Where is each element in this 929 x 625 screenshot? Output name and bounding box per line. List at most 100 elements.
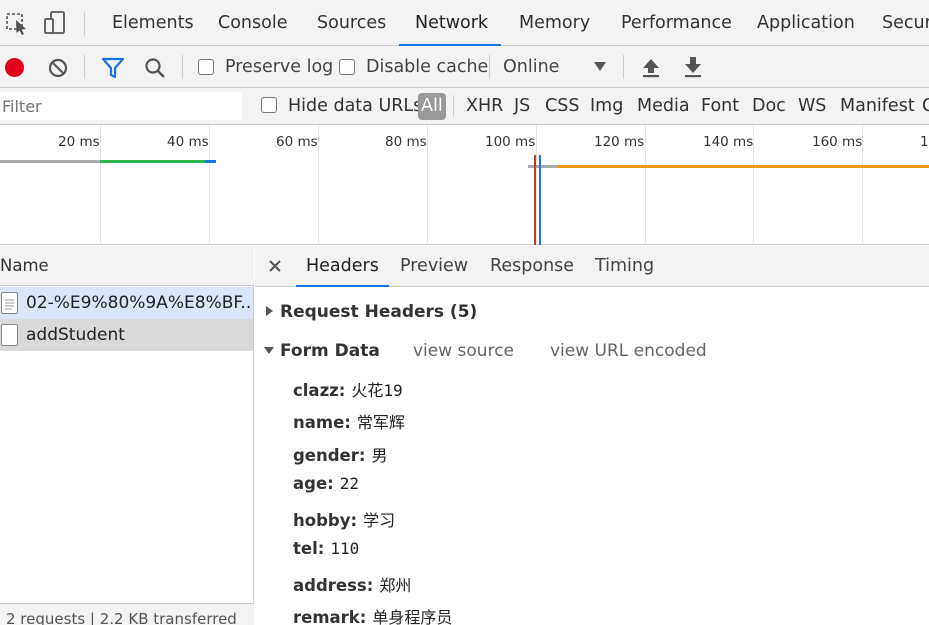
request-row[interactable]: addStudent [0, 319, 253, 351]
request-row[interactable]: 02-%E9%80%9A%E8%BF... [0, 287, 253, 319]
details-tab-bar: Headers Preview Response Timing [255, 246, 929, 287]
hide-data-urls-checkbox[interactable] [261, 97, 277, 113]
inspect-element-icon[interactable] [4, 9, 32, 37]
devtools-tab-bar: Elements Console Sources Network Memory … [0, 0, 929, 46]
dom-content-loaded-marker [539, 155, 541, 245]
record-icon[interactable] [5, 58, 24, 77]
filter-type-all[interactable]: All [418, 93, 446, 120]
form-field: clazz: 火花19 [293, 377, 403, 401]
triangle-right-icon[interactable] [266, 306, 273, 316]
filter-type-media[interactable]: Media [637, 88, 690, 125]
filter-type-doc[interactable]: Doc [752, 88, 786, 125]
tick-label: 100 ms [485, 134, 536, 150]
filter-type-js[interactable]: JS [514, 88, 530, 125]
field-value: 学习 [363, 511, 396, 530]
tab-security[interactable]: Securi [882, 0, 929, 46]
tab-console[interactable]: Console [218, 0, 287, 46]
gridline [209, 125, 210, 245]
gridline [427, 125, 428, 245]
filter-icon[interactable] [101, 56, 125, 84]
field-value: 郑州 [379, 576, 412, 595]
field-key: age: [293, 474, 334, 493]
field-value: 单身程序员 [372, 608, 453, 625]
tab-headers[interactable]: Headers [296, 246, 389, 287]
gridline [318, 125, 319, 245]
request-details: Headers Preview Response Timing Request … [255, 246, 929, 625]
document-icon [1, 324, 18, 346]
triangle-down-icon[interactable] [264, 347, 274, 354]
preserve-log-checkbox[interactable] [198, 59, 214, 75]
view-url-encoded-link[interactable]: view URL encoded [550, 341, 707, 361]
hide-data-urls-label[interactable]: Hide data URLs [288, 88, 422, 125]
field-key: hobby: [293, 511, 358, 530]
form-data-section[interactable]: Form Data [280, 341, 380, 361]
tab-sources[interactable]: Sources [317, 0, 386, 46]
search-icon[interactable] [143, 56, 167, 84]
tick-label: 120 ms [594, 134, 645, 150]
import-har-icon[interactable] [640, 56, 662, 82]
request-headers-section[interactable]: Request Headers (5) [280, 302, 477, 322]
field-value: 男 [371, 446, 388, 465]
form-field: address: 郑州 [293, 572, 411, 596]
filter-type-xhr[interactable]: XHR [466, 88, 503, 125]
field-key: address: [293, 576, 374, 595]
document-icon [1, 292, 18, 314]
tab-preview[interactable]: Preview [400, 246, 468, 287]
field-key: tel: [293, 539, 325, 558]
tab-elements[interactable]: Elements [112, 0, 194, 46]
filter-type-img[interactable]: Img [590, 88, 623, 125]
tab-response[interactable]: Response [490, 246, 574, 287]
form-field: gender: 男 [293, 442, 388, 466]
field-value: 火花19 [351, 381, 403, 400]
timeline-bar-orange [558, 165, 929, 168]
preserve-log-label[interactable]: Preserve log [225, 46, 333, 88]
chevron-down-icon[interactable] [594, 62, 606, 71]
tab-application[interactable]: Application [757, 0, 855, 46]
timeline-overview[interactable]: 20 ms 40 ms 60 ms 80 ms 100 ms 120 ms 14… [0, 125, 929, 245]
request-list: Name 02-%E9%80%9A%E8%BF... addStudent 2 … [0, 246, 254, 625]
separator [182, 55, 183, 79]
field-key: gender: [293, 446, 366, 465]
filter-type-font[interactable]: Font [701, 88, 739, 125]
status-bar: 2 requests | 2.2 KB transferred [0, 603, 254, 625]
throttling-select[interactable]: Online [503, 46, 559, 88]
request-name: 02-%E9%80%9A%E8%BF... [26, 293, 253, 313]
form-field: name: 常军辉 [293, 409, 405, 433]
load-event-marker [534, 155, 536, 245]
tick-label: 160 ms [812, 134, 863, 150]
form-field: hobby: 学习 [293, 507, 395, 531]
name-column-header[interactable]: Name [0, 246, 254, 286]
filter-type-manifest[interactable]: Manifest [840, 88, 915, 125]
field-key: remark: [293, 608, 367, 625]
device-toolbar-icon[interactable] [42, 9, 70, 37]
tick-label: 80 ms [385, 134, 427, 150]
disable-cache-label[interactable]: Disable cache [366, 46, 488, 88]
filter-type-other[interactable]: O [922, 88, 929, 125]
field-value: 常军辉 [356, 413, 405, 432]
gridline [100, 125, 101, 245]
filter-input[interactable] [0, 92, 242, 120]
filter-bar: Hide data URLs All XHR JS CSS Img Media … [0, 88, 929, 125]
field-key: clazz: [293, 381, 346, 400]
tab-network[interactable]: Network [399, 0, 501, 46]
form-field: tel: 110 [293, 539, 359, 558]
tab-memory[interactable]: Memory [519, 0, 590, 46]
tab-performance[interactable]: Performance [621, 0, 732, 46]
tick-label: 140 ms [703, 134, 754, 150]
disable-cache-checkbox[interactable] [339, 59, 355, 75]
view-source-link[interactable]: view source [413, 341, 514, 361]
separator [489, 55, 490, 79]
separator [84, 12, 85, 36]
tick-label: 40 ms [167, 134, 209, 150]
timeline-bar-gray [0, 160, 100, 163]
clear-icon[interactable] [47, 57, 69, 83]
status-summary: 2 requests | 2.2 KB transferred [6, 610, 237, 625]
filter-type-css[interactable]: CSS [545, 88, 579, 125]
export-har-icon[interactable] [682, 56, 704, 82]
tick-label: 60 ms [276, 134, 318, 150]
close-icon[interactable] [267, 258, 283, 278]
tab-timing[interactable]: Timing [595, 246, 654, 287]
tick-label: 20 ms [58, 134, 100, 150]
filter-type-ws[interactable]: WS [798, 88, 826, 125]
gridline [536, 125, 537, 245]
